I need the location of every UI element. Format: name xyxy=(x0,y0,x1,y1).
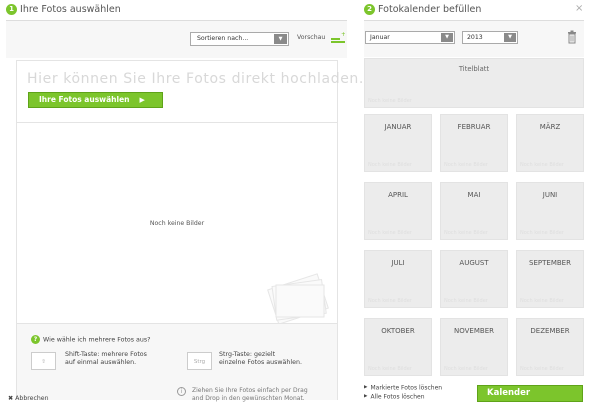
chevron-right-icon: ▶ xyxy=(540,404,546,411)
delete-links: ▶ Markierte Fotos löschen ▶ Alle Fotos lös… xyxy=(364,384,442,401)
month-slot[interactable]: MAI Noch keine Bilder xyxy=(440,182,508,240)
sort-select[interactable]: Sortieren nach... ▼ xyxy=(190,32,289,46)
month-slot-label: JUNI xyxy=(542,191,558,199)
month-no-images: Noch keine Bilder xyxy=(444,230,488,236)
upload-hint: Hier können Sie Ihre Fotos direkt hochla… xyxy=(27,71,364,87)
close-icon: ✖ xyxy=(8,395,14,402)
left-panel-title: 1 Ihre Fotos auswählen xyxy=(6,4,121,15)
month-slot[interactable]: JANUAR Noch keine Bilder xyxy=(364,114,432,172)
month-no-images: Noch keine Bilder xyxy=(520,298,564,304)
month-slot-label: MAI xyxy=(467,191,481,199)
triangle-right-icon: ▶ xyxy=(364,385,368,390)
cover-no-images: Noch keine Bilder xyxy=(368,98,412,104)
month-slot[interactable]: JULI Noch keine Bilder xyxy=(364,250,432,308)
month-slot[interactable]: FEBRUAR Noch keine Bilder xyxy=(440,114,508,172)
year-select-value: 2013 xyxy=(467,34,483,41)
month-slot-label: JULI xyxy=(391,259,405,267)
sort-select-value: Sortieren nach... xyxy=(197,35,249,42)
month-slot[interactable]: APRIL Noch keine Bilder xyxy=(364,182,432,240)
trash-icon[interactable] xyxy=(567,30,577,44)
month-slot[interactable]: NOVEMBER Noch keine Bilder xyxy=(440,318,508,376)
photo-stack-icon xyxy=(267,273,329,323)
delete-selected-label: Markierte Fotos löschen xyxy=(370,384,443,392)
delete-all-link[interactable]: ▶ Alle Fotos löschen xyxy=(364,393,442,402)
help-question[interactable]: ? Wie wähle ich mehrere Fotos aus? xyxy=(31,335,151,344)
shift-key-hint: Shift-Taste: mehrere Fotos auf einmal au… xyxy=(65,351,147,367)
month-slot-label: MÄRZ xyxy=(539,123,561,131)
month-no-images: Noch keine Bilder xyxy=(520,366,564,372)
step-two-badge: 2 xyxy=(364,4,375,15)
month-slot[interactable]: MÄRZ Noch keine Bilder xyxy=(516,114,584,172)
create-calendar-label: Kalender gestalten xyxy=(487,388,533,411)
question-icon: ? xyxy=(31,335,40,344)
chevron-down-icon: ▼ xyxy=(441,33,453,42)
triangle-right-icon: ▶ xyxy=(364,393,368,399)
help-question-text: Wie wähle ich mehrere Fotos aus? xyxy=(43,336,151,344)
delete-selected-link[interactable]: ▶ Markierte Fotos löschen xyxy=(364,384,442,393)
month-no-images: Noch keine Bilder xyxy=(444,366,488,372)
upload-dropzone[interactable]: Hier können Sie Ihre Fotos direkt hochla… xyxy=(16,60,363,400)
svg-text:+: + xyxy=(341,31,345,38)
month-select[interactable]: Januar ▼ xyxy=(365,31,455,44)
preview-size-toggle-icon[interactable]: + xyxy=(331,31,345,43)
month-no-images: Noch keine Bilder xyxy=(520,162,564,168)
drag-drop-hint: i Ziehen Sie Ihre Fotos einfach per Drag… xyxy=(177,387,308,403)
upload-header: Hier können Sie Ihre Fotos direkt hochla… xyxy=(17,61,363,123)
month-no-images: Noch keine Bilder xyxy=(368,298,412,304)
preview-label: Vorschau xyxy=(297,34,326,41)
month-slot-label: NOVEMBER xyxy=(454,327,494,335)
cancel-label: Abbrechen xyxy=(15,395,49,402)
month-slot[interactable]: JUNI Noch keine Bilder xyxy=(516,182,584,240)
shift-hint-line-1: Shift-Taste: mehrere Fotos xyxy=(65,351,147,358)
strg-hint-line-1: Strg-Taste: gezielt xyxy=(219,351,276,358)
strg-key-hint: Strg-Taste: gezielt einzelne Fotos auswä… xyxy=(219,351,302,367)
month-no-images: Noch keine Bilder xyxy=(368,230,412,236)
step-one-badge: 1 xyxy=(6,4,17,15)
calendar-toolbar: Januar ▼ 2013 ▼ xyxy=(364,21,584,57)
month-no-images: Noch keine Bilder xyxy=(368,366,412,372)
month-no-images: Noch keine Bilder xyxy=(444,298,488,304)
year-select[interactable]: 2013 ▼ xyxy=(462,31,518,44)
chevron-down-icon: ▼ xyxy=(504,33,516,42)
strg-hint-line-2: einzelne Fotos auswählen. xyxy=(219,359,303,366)
month-slot[interactable]: SEPTEMBER Noch keine Bilder xyxy=(516,250,584,308)
right-title-text: Fotokalender befüllen xyxy=(378,4,482,15)
info-icon: i xyxy=(177,387,186,396)
month-no-images: Noch keine Bilder xyxy=(444,162,488,168)
month-slot-label: SEPTEMBER xyxy=(529,259,571,267)
shift-key-icon: ⇧ xyxy=(31,352,56,370)
month-slot-label: APRIL xyxy=(388,191,408,199)
cover-page-slot[interactable]: Titelblatt Noch keine Bilder xyxy=(364,58,584,108)
month-slot-label: OKTOBER xyxy=(381,327,415,335)
create-calendar-button[interactable]: Kalender gestalten ▶ xyxy=(477,385,583,411)
cancel-link[interactable]: ✖ Abbrechen xyxy=(8,395,49,402)
strg-key-icon: Strg xyxy=(187,352,212,370)
month-slot[interactable]: DEZEMBER Noch keine Bilder xyxy=(516,318,584,376)
month-slot-label: FEBRUAR xyxy=(457,123,491,131)
right-panel-title: 2 Fotokalender befüllen xyxy=(364,4,481,15)
delete-all-label: Alle Fotos löschen xyxy=(370,393,425,400)
chevron-right-icon: ▶ xyxy=(139,96,145,104)
month-slot-label: AUGUST xyxy=(459,259,489,267)
month-no-images: Noch keine Bilder xyxy=(520,230,564,236)
month-slot-label: DEZEMBER xyxy=(530,327,570,335)
shift-hint-line-2: auf einmal auswählen. xyxy=(65,359,137,366)
chevron-down-icon: ▼ xyxy=(274,34,287,44)
choose-photos-button[interactable]: Ihre Fotos auswählen ▶ xyxy=(28,92,163,108)
month-slot-label: JANUAR xyxy=(384,123,412,131)
photos-toolbar: Sortieren nach... ▼ Vorschau + xyxy=(6,21,347,58)
drag-hint-line-2: and Drop in den gewünschten Monat. xyxy=(192,395,305,402)
month-slot[interactable]: AUGUST Noch keine Bilder xyxy=(440,250,508,308)
close-dialog-icon[interactable]: × xyxy=(575,3,583,14)
month-select-value: Januar xyxy=(370,34,390,41)
month-slot[interactable]: OKTOBER Noch keine Bilder xyxy=(364,318,432,376)
left-title-text: Ihre Fotos auswählen xyxy=(20,4,121,15)
drag-hint-line-1: Ziehen Sie Ihre Fotos einfach per Drag xyxy=(192,387,308,394)
no-images-placeholder: Noch keine Bilder xyxy=(149,220,205,227)
choose-photos-label: Ihre Fotos auswählen xyxy=(39,95,130,104)
month-no-images: Noch keine Bilder xyxy=(368,162,412,168)
cover-page-label: Titelblatt xyxy=(458,65,490,73)
